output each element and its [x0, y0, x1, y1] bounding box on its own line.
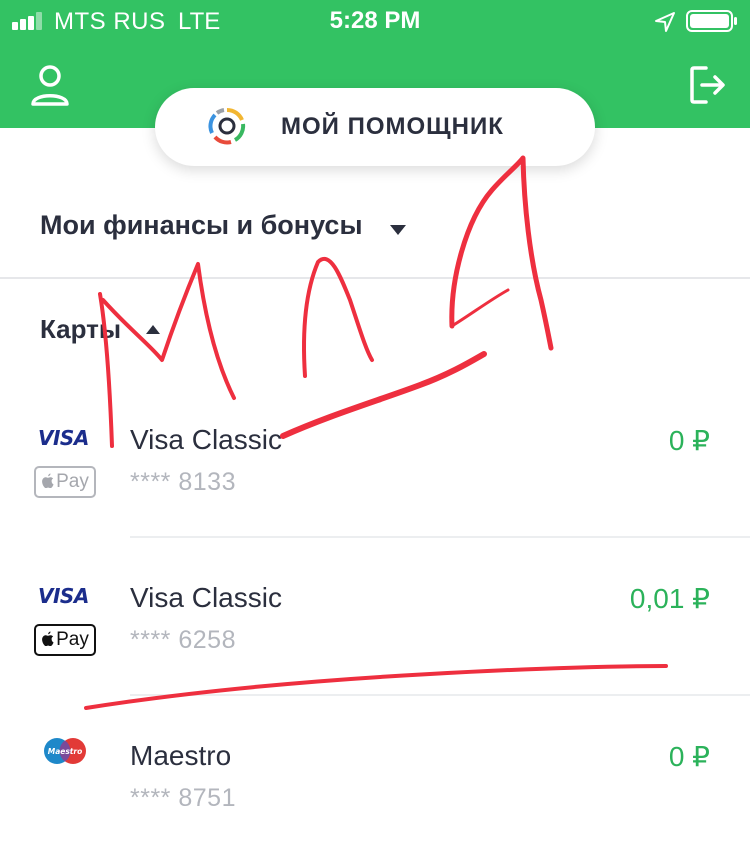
card-name: Maestro	[130, 740, 232, 771]
card-balance: 0 ₽	[668, 425, 710, 456]
clock: 5:28 PM	[329, 7, 421, 34]
card-row[interactable]: VISA Pay Visa Classic **** 8133 0 ₽	[0, 380, 750, 536]
card-balance: 0 ₽	[668, 741, 710, 772]
location-arrow-icon	[655, 12, 675, 32]
visa-logo: VISA	[38, 584, 89, 608]
apple-pay-badge[interactable]: Pay	[34, 466, 96, 498]
maestro-logo-text: Maestro	[48, 747, 83, 756]
finances-dropdown[interactable]: Мои финансы и бонусы	[40, 210, 363, 241]
caret-down-icon[interactable]	[389, 224, 407, 236]
apple-pay-badge[interactable]: Pay	[34, 624, 96, 656]
battery-icon	[686, 10, 737, 32]
card-number: **** 8751	[130, 784, 236, 812]
maestro-logo: Maestro	[44, 738, 86, 764]
caret-up-icon[interactable]	[145, 324, 161, 335]
cards-section-title[interactable]: Карты	[40, 314, 121, 345]
user-icon[interactable]	[30, 64, 70, 106]
status-bar: MTS RUS LTE 5:28 PM	[0, 0, 750, 40]
apple-icon	[42, 473, 54, 488]
card-row[interactable]: Maestro Maestro **** 8751 0 ₽	[0, 696, 750, 852]
apple-icon	[42, 631, 54, 646]
card-number: **** 6258	[130, 626, 236, 654]
assistant-ring-icon	[208, 107, 246, 145]
card-number: **** 8133	[130, 468, 236, 496]
card-name: Visa Classic	[130, 582, 282, 613]
assistant-label: МОЙ ПОМОЩНИК	[281, 113, 504, 140]
logout-icon[interactable]	[690, 66, 726, 104]
card-balance: 0,01 ₽	[629, 583, 710, 614]
card-row[interactable]: VISA Pay Visa Classic **** 6258 0,01 ₽	[0, 538, 750, 694]
assistant-button[interactable]: МОЙ ПОМОЩНИК	[155, 88, 595, 166]
card-name: Visa Classic	[130, 424, 282, 455]
section-divider	[0, 277, 750, 279]
apple-pay-label: Pay	[56, 629, 89, 650]
visa-logo: VISA	[38, 426, 89, 450]
apple-pay-label: Pay	[56, 471, 89, 492]
